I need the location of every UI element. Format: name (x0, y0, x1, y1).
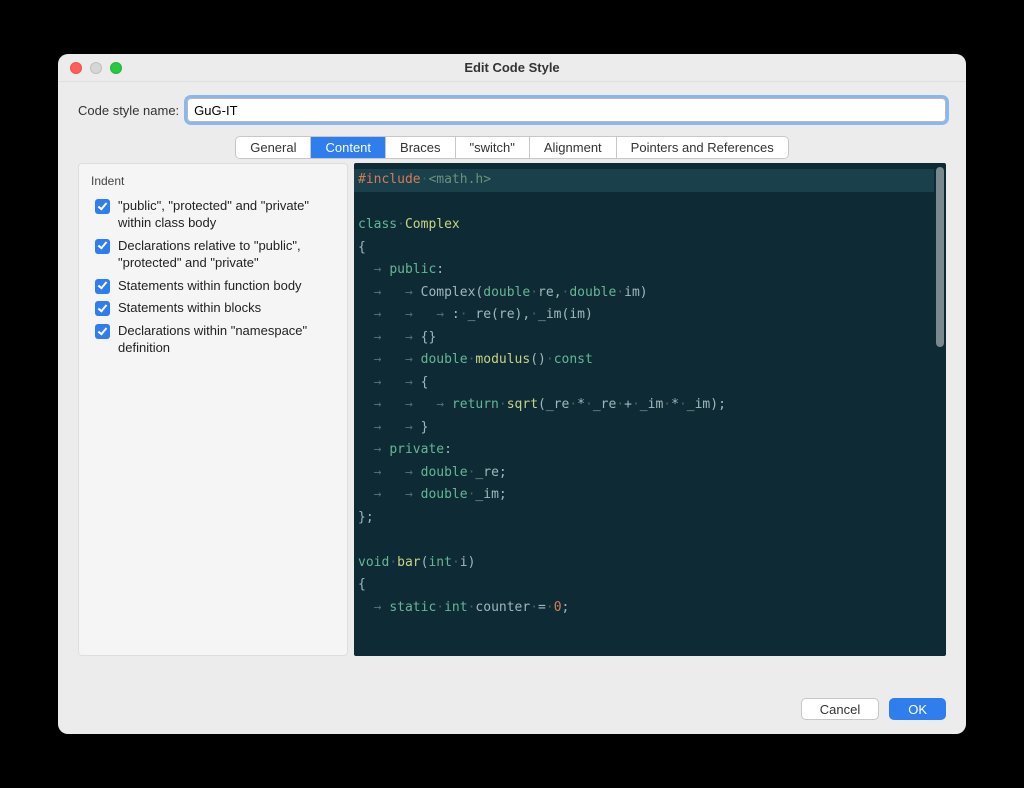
close-window-button[interactable] (70, 62, 82, 74)
indent-option: Declarations within "namespace" definiti… (95, 323, 331, 357)
checkbox[interactable] (95, 279, 110, 294)
code-preview: #include·<math.h> class·Complex{ → publi… (354, 163, 946, 656)
checkbox-label: Declarations relative to "public", "prot… (118, 238, 331, 272)
indent-option: "public", "protected" and "private" with… (95, 198, 331, 232)
cancel-button[interactable]: Cancel (801, 698, 879, 720)
checkbox-label: "public", "protected" and "private" with… (118, 198, 331, 232)
traffic-lights (70, 62, 122, 74)
tab-braces[interactable]: Braces (386, 137, 455, 158)
tab-alignment[interactable]: Alignment (530, 137, 617, 158)
indent-option: Statements within blocks (95, 300, 331, 317)
titlebar: Edit Code Style (58, 54, 966, 82)
checkbox-label: Statements within blocks (118, 300, 261, 317)
checkbox[interactable] (95, 301, 110, 316)
tab-switch[interactable]: "switch" (456, 137, 530, 158)
maximize-window-button[interactable] (110, 62, 122, 74)
window-title: Edit Code Style (464, 60, 559, 75)
checkbox[interactable] (95, 324, 110, 339)
dialog-window: Edit Code Style Code style name: General… (58, 54, 966, 734)
checkbox[interactable] (95, 199, 110, 214)
indent-group-title: Indent (91, 174, 335, 188)
tab-general[interactable]: General (236, 137, 311, 158)
code-style-name-input[interactable] (187, 98, 946, 122)
checkbox-label: Declarations within "namespace" definiti… (118, 323, 331, 357)
minimize-window-button[interactable] (90, 62, 102, 74)
indent-option: Statements within function body (95, 278, 331, 295)
tab-content[interactable]: Content (311, 137, 386, 158)
indent-options-panel: Indent "public", "protected" and "privat… (78, 163, 348, 656)
code-style-name-label: Code style name: (78, 103, 179, 118)
checkbox-label: Statements within function body (118, 278, 302, 295)
indent-option: Declarations relative to "public", "prot… (95, 238, 331, 272)
tab-pointers-and-references[interactable]: Pointers and References (617, 137, 788, 158)
ok-button[interactable]: OK (889, 698, 946, 720)
tabs-segmented-control: GeneralContentBraces"switch"AlignmentPoi… (235, 136, 789, 159)
checkbox[interactable] (95, 239, 110, 254)
